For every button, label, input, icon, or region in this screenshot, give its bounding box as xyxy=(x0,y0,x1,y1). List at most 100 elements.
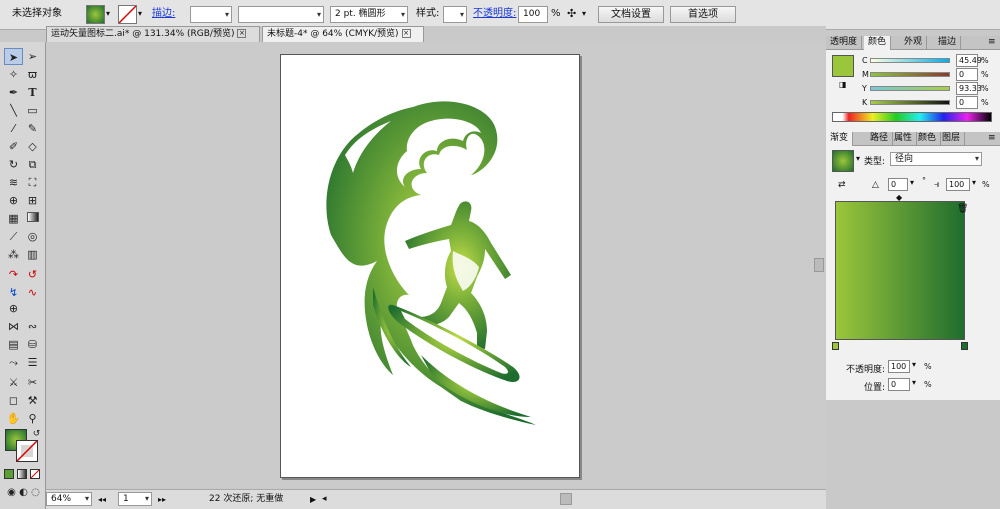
list-tool-icon[interactable]: ☰ xyxy=(23,354,42,371)
crop-tool-icon[interactable]: ◻ xyxy=(4,392,23,409)
black-slider[interactable] xyxy=(870,100,950,105)
artboard-number-dropdown[interactable]: 1 ▾ xyxy=(118,492,152,506)
scale-tool-icon[interactable]: ⧉ xyxy=(23,156,42,173)
line-tool-icon[interactable]: ╲ xyxy=(4,102,23,119)
stop-opacity-input[interactable]: 100 xyxy=(888,360,910,373)
eraser-tool-icon[interactable]: ◇ xyxy=(23,138,42,155)
next-artboard-icon[interactable]: ▸▸ xyxy=(158,492,166,509)
gradient-stop-end[interactable] xyxy=(961,342,968,350)
slice-tool-icon[interactable]: ∾ xyxy=(23,318,42,335)
curvature-tool-icon[interactable]: ↺ xyxy=(23,266,42,283)
graph-tool-icon[interactable]: ⤳ xyxy=(4,354,23,371)
perspective-grid-tool-icon[interactable]: ⊞ xyxy=(23,192,42,209)
type-tool-icon[interactable]: T xyxy=(23,84,42,101)
panel-menu-icon-2[interactable]: ≡ xyxy=(984,132,1000,146)
gradient-type-dropdown[interactable]: 径向 ▾ xyxy=(890,152,982,166)
artboard-tool-icon[interactable]: ⋈ xyxy=(4,318,23,335)
fill-swatch[interactable] xyxy=(86,5,105,24)
variable-width-dropdown[interactable]: ▾ xyxy=(238,6,324,23)
tab-stroke[interactable]: 描边 xyxy=(934,36,962,50)
eyedropper-tool-icon[interactable]: ⟋ xyxy=(4,228,23,245)
close-icon[interactable]: × xyxy=(237,29,247,38)
hand-tool-icon[interactable]: ✋ xyxy=(4,410,23,427)
direct-selection-tool-icon[interactable]: ➢ xyxy=(23,48,42,65)
warp-tool-icon[interactable]: ≋ xyxy=(4,174,23,191)
scissors-tool-icon[interactable]: ✂ xyxy=(23,374,42,391)
document-setup-button[interactable]: 文档设置 xyxy=(598,6,664,23)
stroke-swatch[interactable] xyxy=(118,5,137,24)
opacity-link[interactable]: 不透明度: xyxy=(473,6,516,23)
panel-menu-icon[interactable]: ≡ xyxy=(984,36,1000,50)
black-input[interactable]: 0 xyxy=(956,96,978,109)
stroke-weight-dropdown[interactable]: ▾ xyxy=(190,6,232,23)
tab-document-1[interactable]: 运动矢量图标二.ai* @ 131.34% (RGB/预览) × xyxy=(46,26,260,42)
opacity-dropdown-icon[interactable]: ▾ xyxy=(912,360,916,369)
stroke-color-box[interactable] xyxy=(16,440,38,462)
swap-colors-icon[interactable]: ↺ xyxy=(27,426,46,443)
stroke-link[interactable]: 描边: xyxy=(152,6,175,23)
angle-input[interactable]: 0 xyxy=(888,178,908,191)
tab-color-2[interactable]: 颜色 xyxy=(914,132,942,146)
pen-tool-icon[interactable]: ✒ xyxy=(4,84,23,101)
width-tool-icon[interactable]: ↯ xyxy=(4,284,23,301)
column-graph-tool-icon[interactable]: ▥ xyxy=(23,246,42,263)
angle-dropdown-icon[interactable]: ▾ xyxy=(910,178,914,187)
magenta-slider[interactable] xyxy=(870,72,950,77)
location-dropdown-icon[interactable]: ▾ xyxy=(912,378,916,387)
cyan-slider[interactable] xyxy=(870,58,950,63)
zoom-tool-icon[interactable]: ⚲ xyxy=(23,410,42,427)
tab-layers[interactable]: 图层 xyxy=(938,132,966,146)
first-artboard-icon[interactable]: ◂◂ xyxy=(98,492,106,509)
knife-alt-tool-icon[interactable]: ⚒ xyxy=(23,392,42,409)
color-spectrum-bar[interactable] xyxy=(832,112,992,122)
shape-builder-tool-icon[interactable]: ⊕ xyxy=(4,192,23,209)
wave-tool-icon[interactable]: ∿ xyxy=(23,284,42,301)
mesh-tool-icon[interactable]: ▦ xyxy=(4,210,23,227)
crosshair-tool-icon[interactable]: ⊕ xyxy=(4,300,23,317)
recolor-icon[interactable]: ✣ xyxy=(567,6,576,23)
yellow-input[interactable]: 93.33 xyxy=(956,82,982,95)
horizontal-scrollbar-thumb[interactable] xyxy=(560,493,572,505)
draw-inside-icon[interactable]: ◌ xyxy=(26,484,45,501)
gradient-mode-icon[interactable] xyxy=(17,469,27,479)
tab-attributes[interactable]: 属性 xyxy=(890,132,918,146)
blend-tool-icon[interactable]: ◎ xyxy=(23,228,42,245)
magenta-input[interactable]: 0 xyxy=(956,68,978,81)
tab-transparency[interactable]: 透明度 xyxy=(826,36,863,50)
gradient-thumbnail[interactable] xyxy=(832,150,854,172)
scroll-left-icon[interactable]: ◂ xyxy=(322,492,327,509)
preferences-button[interactable]: 首选项 xyxy=(670,6,736,23)
gradient-dropdown-icon[interactable]: ▾ xyxy=(856,154,860,163)
gradient-tool-icon[interactable] xyxy=(23,210,42,227)
zoom-dropdown[interactable]: 64% ▾ xyxy=(46,492,92,506)
anchor-add-tool-icon[interactable]: ↷ xyxy=(4,266,23,283)
gradient-stop-start[interactable] xyxy=(832,342,839,350)
tab-appearance[interactable]: 外观 xyxy=(900,36,928,50)
knife-tool-icon[interactable]: ⚔ xyxy=(4,374,23,391)
symbol-sprayer-tool-icon[interactable]: ⁂ xyxy=(4,246,23,263)
opacity-input[interactable]: 100 xyxy=(518,6,548,23)
close-icon[interactable]: × xyxy=(401,29,411,38)
tab-color[interactable]: 颜色 xyxy=(864,36,892,50)
status-menu-icon[interactable]: ▶ xyxy=(310,492,316,509)
fill-dropdown-icon[interactable]: ▾ xyxy=(106,6,110,23)
gradient-preview[interactable] xyxy=(835,201,965,340)
style-dropdown[interactable]: ▾ xyxy=(443,6,467,23)
magic-wand-tool-icon[interactable]: ✧ xyxy=(4,66,23,83)
ratio-dropdown-icon[interactable]: ▾ xyxy=(972,178,976,187)
tab-document-2[interactable]: 未标题-4* @ 64% (CMYK/预览) × xyxy=(262,26,424,42)
brush-dropdown[interactable]: 2 pt. 椭圆形 ▾ xyxy=(330,6,408,23)
tab-pathfinder[interactable]: 路径 xyxy=(866,132,894,146)
color-mode-icon[interactable] xyxy=(4,469,14,479)
chart-tool-icon[interactable]: ▤ xyxy=(4,336,23,353)
reverse-gradient-icon[interactable]: ⇄ xyxy=(838,180,846,190)
recolor-dropdown-icon[interactable]: ▾ xyxy=(582,6,586,23)
rotate-tool-icon[interactable]: ↻ xyxy=(4,156,23,173)
yellow-slider[interactable] xyxy=(870,86,950,91)
current-color-swatch[interactable] xyxy=(832,55,854,77)
aspect-ratio-input[interactable]: 100 xyxy=(946,178,970,191)
none-mode-icon[interactable] xyxy=(30,469,40,479)
selection-tool-icon[interactable]: ➤ xyxy=(4,48,23,65)
delete-stop-icon[interactable]: 🗑 xyxy=(957,204,968,214)
live-paint-tool-icon[interactable]: ⛁ xyxy=(23,336,42,353)
